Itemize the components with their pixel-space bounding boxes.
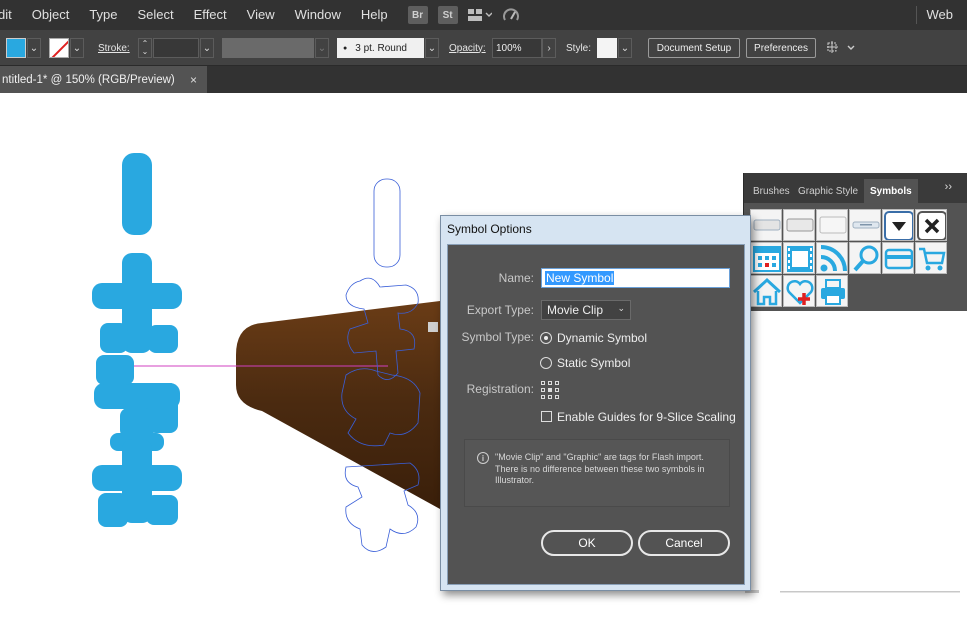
- static-symbol-radio[interactable]: [540, 357, 552, 369]
- menu-type[interactable]: Type: [79, 0, 127, 30]
- close-tab-icon[interactable]: ×: [190, 73, 197, 87]
- film-strip-icon[interactable]: [783, 242, 815, 274]
- menu-help[interactable]: Help: [351, 0, 398, 30]
- magnifier-icon[interactable]: [849, 242, 881, 274]
- nine-slice-checkbox[interactable]: [541, 411, 552, 422]
- button-slim-icon[interactable]: [849, 209, 881, 241]
- arrange-documents-icon[interactable]: [467, 8, 492, 22]
- tab-graphic-style[interactable]: Graphic Style: [792, 179, 864, 203]
- dynamic-symbol-label[interactable]: Dynamic Symbol: [557, 331, 647, 345]
- button-raised-icon[interactable]: [783, 209, 815, 241]
- info-icon: i: [477, 452, 489, 464]
- variable-width-profile[interactable]: [222, 38, 314, 58]
- fill-dropdown[interactable]: ⌄: [27, 38, 41, 58]
- ok-button[interactable]: OK: [541, 530, 633, 556]
- symbol-name-input[interactable]: New Symbol: [541, 268, 730, 288]
- info-text: "Movie Clip" and "Graphic" are tags for …: [495, 452, 705, 485]
- tab-symbols[interactable]: Symbols: [864, 179, 918, 203]
- registration-point-grid[interactable]: [541, 381, 559, 399]
- symbol-options-dialog: Symbol Options Name: New Symbol Export T…: [440, 215, 751, 591]
- info-box: i "Movie Clip" and "Graphic" are tags fo…: [464, 439, 730, 507]
- static-symbol-label[interactable]: Static Symbol: [557, 356, 630, 370]
- document-tab-title: ntitled-1* @ 150% (RGB/Preview): [2, 73, 175, 86]
- stroke-label: Stroke:: [98, 42, 130, 54]
- cancel-button[interactable]: Cancel: [638, 530, 730, 556]
- opacity-label: Opacity:: [449, 42, 486, 54]
- dialog-title: Symbol Options: [447, 222, 532, 236]
- arrange-icon[interactable]: [826, 38, 858, 58]
- document-tab-bar: ntitled-1* @ 150% (RGB/Preview) ×: [0, 66, 967, 93]
- symbol-name-value: New Symbol: [545, 271, 615, 285]
- style-dropdown[interactable]: ⌄: [618, 38, 632, 58]
- stroke-weight-field[interactable]: [153, 38, 199, 58]
- chevron-down-icon: ⌄: [617, 303, 625, 313]
- calendar-icon[interactable]: [750, 242, 782, 274]
- dynamic-symbol-radio[interactable]: [540, 332, 552, 344]
- nine-slice-label[interactable]: Enable Guides for 9-Slice Scaling: [557, 410, 736, 424]
- opacity-dropdown[interactable]: ›: [542, 38, 556, 58]
- export-type-value: Movie Clip: [547, 303, 604, 317]
- stock-button[interactable]: St: [437, 6, 458, 24]
- brush-definition[interactable]: ● 3 pt. Round: [337, 38, 424, 58]
- tab-brushes[interactable]: Brushes: [747, 179, 796, 203]
- document-setup-button[interactable]: Document Setup: [648, 38, 740, 58]
- panel-collapse-icon[interactable]: ››: [945, 181, 952, 193]
- profile-dropdown[interactable]: ⌄: [315, 38, 329, 58]
- dropdown-arrow-icon[interactable]: [882, 209, 914, 241]
- preferences-button[interactable]: Preferences: [746, 38, 816, 58]
- workspace-switcher[interactable]: Web: [927, 0, 954, 30]
- credit-card-icon[interactable]: [882, 242, 914, 274]
- graphic-style-swatch[interactable]: [597, 38, 617, 58]
- document-tab[interactable]: ntitled-1* @ 150% (RGB/Preview) ×: [0, 66, 207, 93]
- bridge-button[interactable]: Br: [407, 6, 428, 24]
- export-type-label: Export Type:: [466, 303, 534, 317]
- style-label: Style:: [566, 42, 592, 54]
- menu-select[interactable]: Select: [128, 0, 184, 30]
- opacity-field[interactable]: 100%: [492, 38, 542, 58]
- registration-label: Registration:: [466, 382, 534, 396]
- rss-icon[interactable]: [816, 242, 848, 274]
- menu-window[interactable]: Window: [285, 0, 351, 30]
- menu-bar: dit Object Type Select Effect View Windo…: [0, 0, 967, 30]
- control-bar: ⌄ ⌄ Stroke: ⌃ ⌄ ⌄ ⌄ ● 3 pt. Round ⌄ Opacit…: [0, 30, 967, 66]
- button-light-icon[interactable]: [816, 209, 848, 241]
- menu-view[interactable]: View: [237, 0, 285, 30]
- shopping-cart-icon[interactable]: [915, 242, 947, 274]
- menu-object[interactable]: Object: [22, 0, 80, 30]
- home-icon[interactable]: [750, 275, 782, 307]
- blue-vertical-text: [92, 153, 182, 527]
- brush-label: 3 pt. Round: [355, 42, 407, 54]
- printer-icon[interactable]: [816, 275, 848, 307]
- name-label: Name:: [498, 271, 534, 285]
- stroke-color-dropdown[interactable]: ⌄: [70, 38, 84, 58]
- stroke-weight-dropdown[interactable]: ⌄: [200, 38, 214, 58]
- faint-watermark: [745, 590, 960, 593]
- menu-effect[interactable]: Effect: [184, 0, 237, 30]
- stroke-color-swatch[interactable]: [49, 38, 69, 58]
- gray-anchor: [428, 322, 438, 332]
- export-type-select[interactable]: Movie Clip ⌄: [541, 300, 631, 320]
- dialog-body: Name: New Symbol Export Type: Movie Clip…: [447, 244, 745, 585]
- menu-divider: [916, 6, 917, 24]
- symbol-type-label: Symbol Type:: [461, 330, 534, 344]
- fill-color-swatch[interactable]: [6, 38, 26, 58]
- panel-tab-strip: Brushes Graphic Style Symbols ››: [744, 173, 967, 203]
- button-flat-icon[interactable]: [750, 209, 782, 241]
- menu-edit[interactable]: dit: [0, 0, 22, 30]
- stroke-weight-stepper[interactable]: ⌃ ⌄: [138, 38, 152, 58]
- gpu-performance-icon[interactable]: [502, 7, 520, 23]
- brush-dropdown[interactable]: ⌄: [425, 38, 439, 58]
- heart-plus-icon[interactable]: [783, 275, 815, 307]
- close-x-icon[interactable]: [915, 209, 947, 241]
- symbols-panel: Brushes Graphic Style Symbols ››: [743, 173, 967, 311]
